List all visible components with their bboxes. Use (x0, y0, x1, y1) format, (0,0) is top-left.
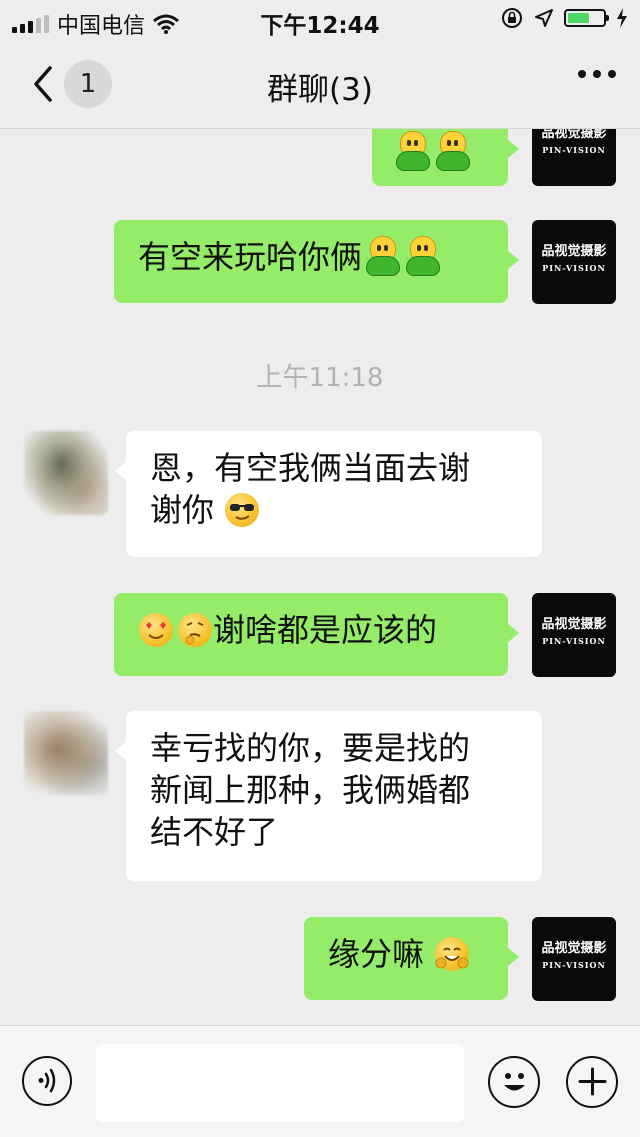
message-bubble-outgoing[interactable]: 有空来玩哈你俩 (114, 220, 519, 303)
green-man-emoji-icon (403, 236, 441, 276)
message-bubble-outgoing[interactable]: 缘分嘛 (304, 917, 519, 1000)
green-man-emoji-icon (393, 131, 431, 171)
message-text-line: 幸亏找的你，要是找的 (150, 729, 471, 767)
chat-title: 群聊(3) (267, 72, 373, 108)
message-input[interactable] (96, 1044, 464, 1122)
message-text-line: 新闻上那种，我俩婚都 (150, 771, 471, 809)
battery-icon (564, 9, 609, 27)
message-text-line: 谢你 (150, 491, 215, 529)
chat-header: 1 群聊(3) (0, 40, 640, 129)
message-bubble-incoming[interactable]: 恩，有空我俩当面去谢 谢你 (115, 431, 542, 557)
emoji-button[interactable] (488, 1056, 540, 1108)
sunglasses-emoji-icon (225, 493, 260, 527)
message-bubble-incoming[interactable]: 幸亏找的你，要是找的 新闻上那种，我俩婚都 结不好了 (115, 711, 542, 881)
thinking-emoji-icon (178, 613, 212, 647)
more-functions-button[interactable] (566, 1056, 618, 1108)
orientation-lock-icon (502, 8, 522, 28)
message-list[interactable]: 品视觉摄影 PIN-VISION 有空来玩哈你俩 品视觉摄影 PIN-VISIO… (0, 129, 640, 1025)
green-man-emoji-icon (433, 131, 471, 171)
my-avatar[interactable]: 品视觉摄影 PIN-VISION (532, 220, 616, 304)
message-bubble-outgoing[interactable]: 谢啥都是应该的 (114, 593, 519, 676)
smiley-face-icon (503, 1073, 525, 1091)
location-icon (535, 9, 553, 27)
status-bar: 中国电信 下午12:44 (0, 0, 640, 40)
voice-wave-icon (38, 1068, 55, 1093)
my-avatar[interactable]: 品视觉摄影 PIN-VISION (532, 593, 616, 677)
charging-icon (617, 8, 627, 28)
my-avatar[interactable]: 品视觉摄影 PIN-VISION (532, 917, 616, 1001)
message-bubble-outgoing[interactable] (372, 129, 519, 186)
message-text-line: 恩，有空我俩当面去谢 (150, 449, 471, 487)
green-man-emoji-icon (363, 236, 401, 276)
message-text-line: 结不好了 (150, 813, 279, 851)
contact-avatar[interactable] (24, 711, 108, 795)
input-bar (0, 1025, 640, 1137)
more-options-icon[interactable] (578, 70, 616, 78)
contact-avatar[interactable] (24, 431, 108, 515)
timestamp-label: 上午11:18 (256, 363, 384, 393)
status-right (500, 6, 628, 30)
voice-input-button[interactable] (22, 1056, 72, 1106)
heart-eyes-emoji-icon (139, 613, 173, 647)
plus-icon (578, 1067, 606, 1096)
my-avatar[interactable]: 品视觉摄影 PIN-VISION (532, 129, 616, 186)
hugging-emoji-icon (435, 937, 470, 971)
